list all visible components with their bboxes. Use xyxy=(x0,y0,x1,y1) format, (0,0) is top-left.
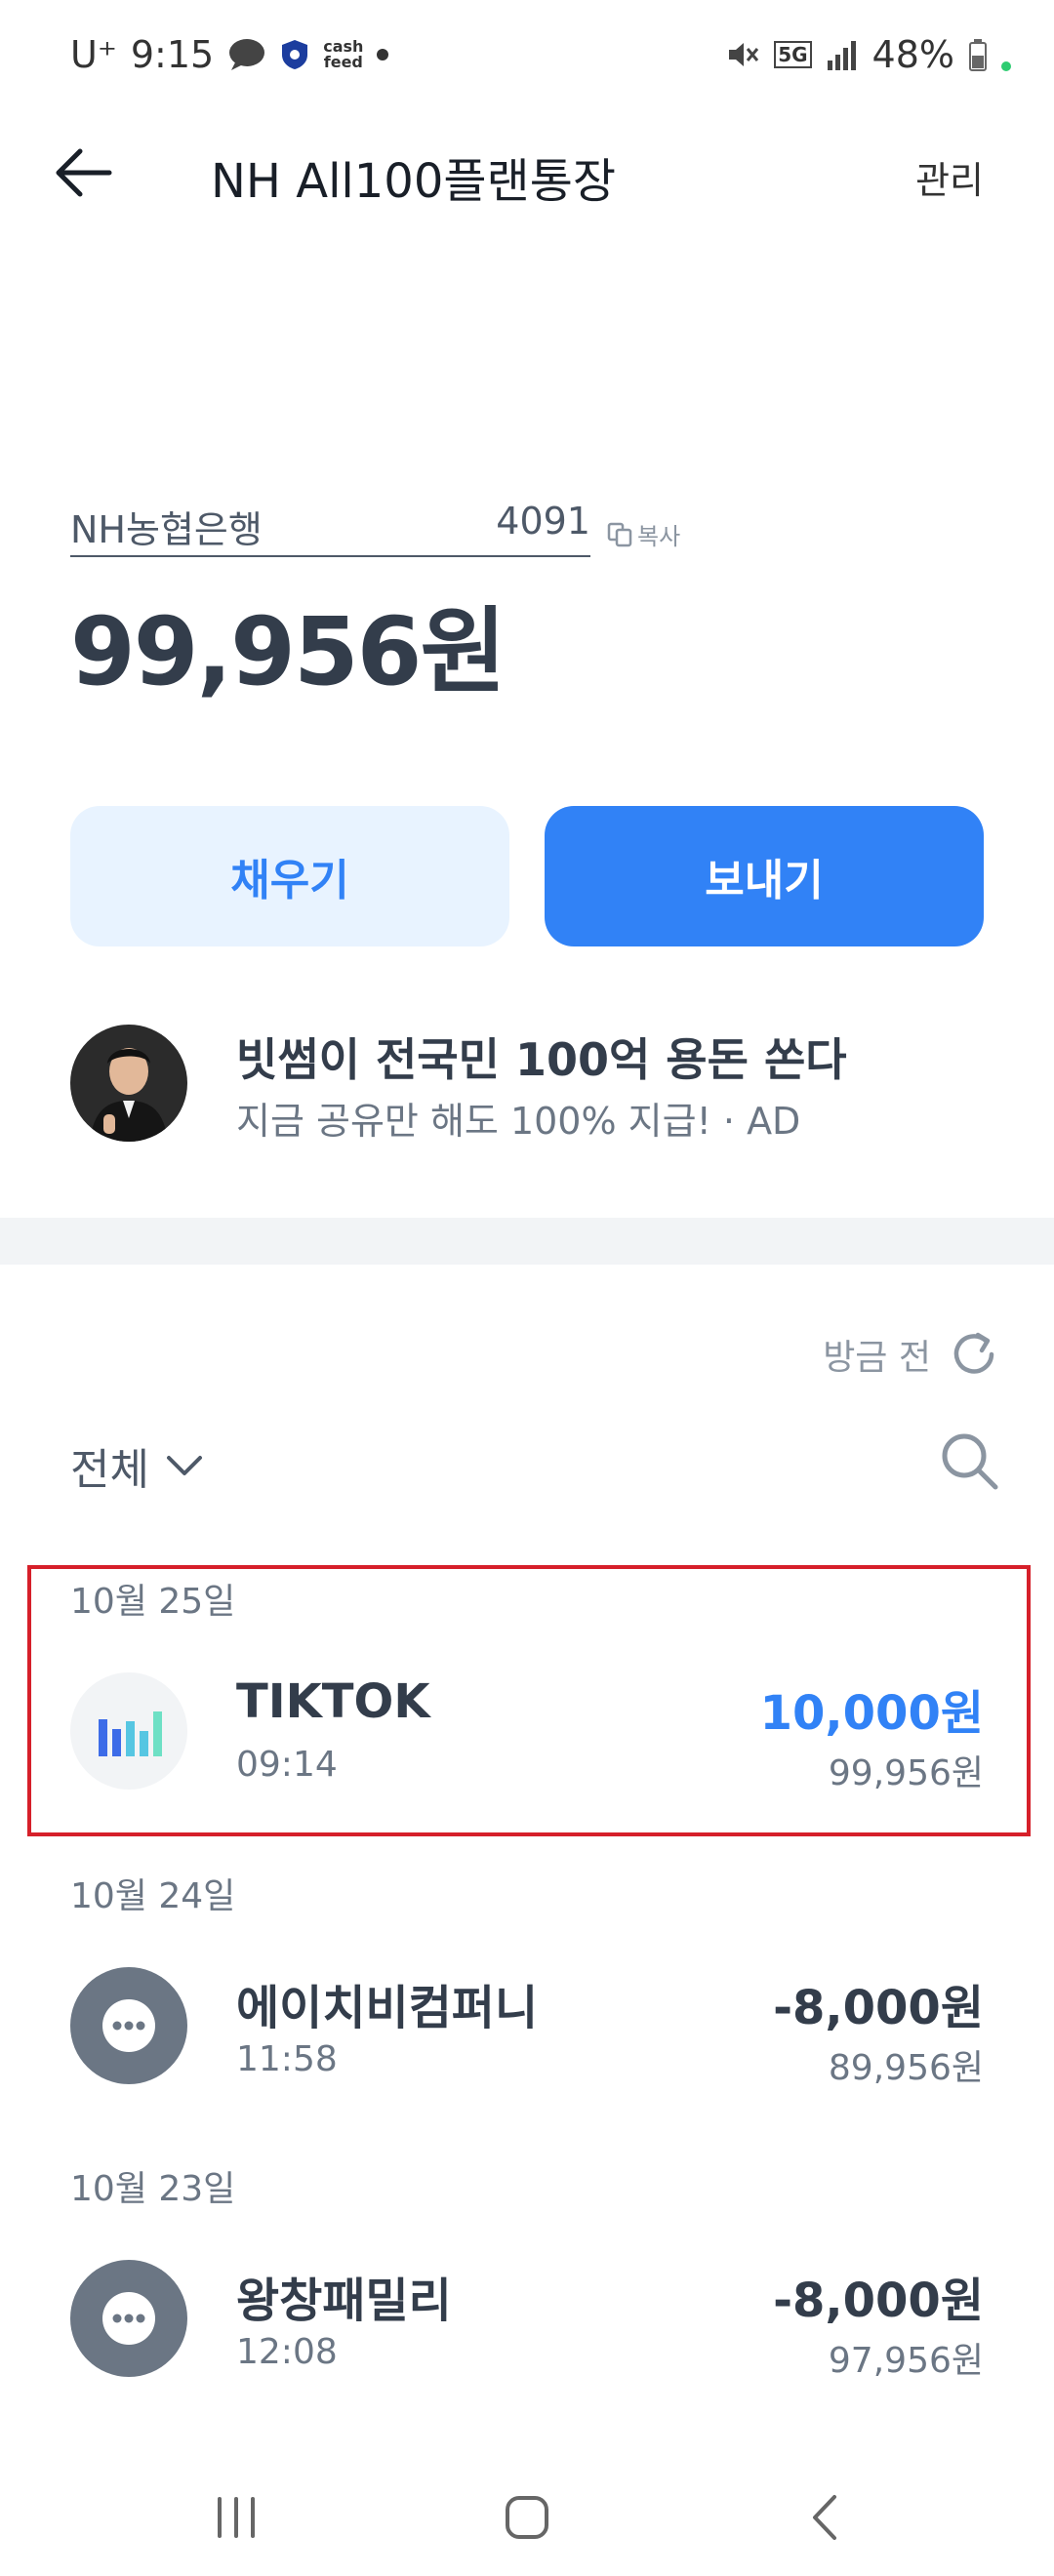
transaction-balance: 97,956원 xyxy=(828,2341,984,2381)
clock: 9:15 xyxy=(130,33,215,76)
more-icon xyxy=(70,2260,187,2377)
section-divider xyxy=(0,1218,1054,1265)
copy-label: 복사 xyxy=(637,523,681,550)
account-balance: 99,956원 xyxy=(70,597,507,706)
back-button[interactable] xyxy=(49,139,117,207)
date-header: 10월 24일 xyxy=(70,1876,236,1916)
chat-icon xyxy=(229,39,265,70)
recent-apps-button[interactable] xyxy=(197,2478,275,2556)
fill-button[interactable]: 채우기 xyxy=(70,806,509,946)
bank-name: NH농협은행 xyxy=(70,508,263,551)
filter-dropdown[interactable]: 전체 xyxy=(70,1434,204,1497)
system-nav-bar xyxy=(0,2459,1054,2576)
transaction-name: 에이치비컴퍼니 xyxy=(236,1981,539,2035)
network-5g-icon: 5G xyxy=(774,41,812,68)
home-icon xyxy=(506,2496,548,2539)
notification-dot-icon xyxy=(377,49,389,60)
refresh-icon xyxy=(953,1332,994,1374)
signal-icon xyxy=(827,41,856,70)
battery-icon xyxy=(969,39,987,71)
cashfeed-icon: cash feed xyxy=(323,37,364,71)
filter-label: 전체 xyxy=(70,1445,149,1495)
ad-banner[interactable]: 빗썸이 전국민 100억 용돈 쏜다 지금 공유만 해도 100% 지급! · … xyxy=(70,1025,984,1143)
ad-subtitle: 지금 공유만 해도 100% 지급! · AD xyxy=(236,1100,801,1143)
ad-title: 빗썸이 전국민 100억 용돈 쏜다 xyxy=(236,1033,847,1086)
highlight-box xyxy=(27,1565,1031,1836)
app-bar: NH All100플랜통장 관리 xyxy=(0,117,1054,224)
copy-button[interactable]: 복사 xyxy=(606,517,680,551)
account-link[interactable]: NH농협은행 4091 xyxy=(70,500,590,557)
battery-percent: 48% xyxy=(872,33,954,76)
chevron-left-icon xyxy=(813,2495,836,2540)
date-header: 10월 23일 xyxy=(70,2169,236,2209)
transaction-row[interactable]: 에이치비컴퍼니 11:58 -8,000원 89,956원 xyxy=(70,1967,984,2088)
arrow-left-icon xyxy=(56,148,112,197)
chevron-down-icon xyxy=(166,1456,202,1475)
ad-avatar xyxy=(70,1025,187,1142)
copy-icon xyxy=(607,522,632,546)
transaction-amount: -8,000원 xyxy=(773,2274,984,2328)
page-title: NH All100플랜통장 xyxy=(211,154,617,209)
account-info: NH농협은행 4091 복사 xyxy=(70,500,680,557)
home-button[interactable] xyxy=(488,2478,566,2556)
manage-button[interactable]: 관리 xyxy=(915,150,984,204)
refresh-button[interactable]: 방금 전 xyxy=(823,1329,999,1380)
search-button[interactable] xyxy=(935,1427,1003,1495)
transaction-time: 12:08 xyxy=(236,2332,338,2372)
transaction-name: 왕창패밀리 xyxy=(236,2274,452,2328)
transaction-time: 11:58 xyxy=(236,2039,338,2079)
shield-icon xyxy=(282,40,308,69)
transaction-balance: 89,956원 xyxy=(828,2048,984,2088)
carrier-label: U⁺ xyxy=(70,33,117,76)
refresh-label: 방금 전 xyxy=(823,1338,931,1378)
recent-apps-icon xyxy=(218,2497,255,2538)
more-icon xyxy=(70,1967,187,2084)
mute-icon xyxy=(729,43,759,66)
privacy-indicator-icon xyxy=(1001,61,1011,71)
transaction-amount: -8,000원 xyxy=(773,1981,984,2035)
transaction-row[interactable]: 왕창패밀리 12:08 -8,000원 97,956원 xyxy=(70,2260,984,2381)
status-bar: U⁺ 9:15 cash feed 5G 48% xyxy=(0,0,1054,117)
search-icon xyxy=(942,1433,998,1490)
back-nav-button[interactable] xyxy=(787,2478,865,2556)
send-button[interactable]: 보내기 xyxy=(545,806,984,946)
account-number: 4091 xyxy=(496,500,590,543)
